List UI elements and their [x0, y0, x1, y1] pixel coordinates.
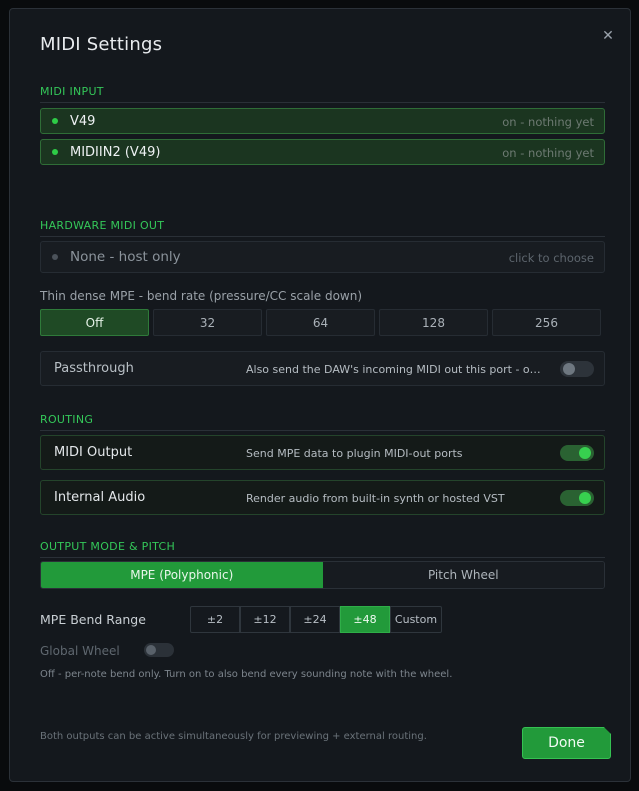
section-divider	[40, 236, 605, 237]
section-divider	[40, 430, 605, 431]
global-wheel-label: Global Wheel	[40, 644, 120, 658]
routing-midi-output-row: MIDI Output Send MPE data to plugin MIDI…	[40, 435, 605, 470]
section-midi-input: MIDI INPUT	[40, 85, 605, 103]
device-state: on - nothing yet	[502, 115, 594, 129]
device-name: V49	[70, 114, 96, 129]
global-wheel-note: Off - per-note bend only. Turn on to als…	[40, 669, 453, 680]
midi-settings-dialog: MIDI Settings ✕ MIDI INPUT V49 on - noth…	[9, 8, 631, 782]
bend-range-label: MPE Bend Range	[40, 612, 146, 627]
hardware-out-selector[interactable]: None - host only click to choose	[40, 241, 605, 273]
section-routing: ROUTING	[40, 413, 605, 431]
passthrough-desc: Also send the DAW's incoming MIDI out th…	[246, 363, 541, 376]
hardware-out-selected: None - host only	[70, 249, 181, 265]
bend-rate-128-button[interactable]: 128	[379, 309, 488, 336]
mode-mpe-button[interactable]: MPE (Polyphonic)	[41, 562, 323, 588]
section-divider	[40, 557, 605, 558]
section-header: OUTPUT MODE & PITCH	[40, 540, 176, 553]
toggle-knob	[146, 645, 156, 655]
toggle-knob	[563, 363, 575, 375]
passthrough-toggle[interactable]	[560, 361, 594, 377]
bend-rate-64-button[interactable]: 64	[266, 309, 375, 336]
global-wheel-toggle[interactable]	[144, 643, 174, 657]
dialog-title: MIDI Settings	[40, 34, 163, 55]
midi-output-toggle[interactable]	[560, 445, 594, 461]
toggle-knob	[579, 447, 591, 459]
routing-internal-audio-row: Internal Audio Render audio from built-i…	[40, 480, 605, 515]
routing-label: MIDI Output	[54, 445, 133, 460]
output-mode-segmented: MPE (Polyphonic) Pitch Wheel	[40, 561, 605, 589]
bend-range-48-button[interactable]: ±48	[340, 606, 390, 633]
toggle-knob	[579, 492, 591, 504]
section-header: HARDWARE MIDI OUT	[40, 219, 165, 232]
close-icon[interactable]: ✕	[600, 28, 616, 44]
internal-audio-toggle[interactable]	[560, 490, 594, 506]
passthrough-row: Passthrough Also send the DAW's incoming…	[40, 351, 605, 386]
status-dot-icon	[52, 118, 58, 124]
bend-rate-256-button[interactable]: 256	[492, 309, 601, 336]
passthrough-label: Passthrough	[54, 361, 134, 376]
bend-rate-32-button[interactable]: 32	[153, 309, 262, 336]
midi-input-device[interactable]: MIDIIN2 (V49) on - nothing yet	[40, 139, 605, 165]
bend-range-custom-button[interactable]: Custom	[390, 606, 442, 633]
bend-range-2-button[interactable]: ±2	[190, 606, 240, 633]
routing-label: Internal Audio	[54, 490, 146, 505]
device-name: MIDIIN2 (V49)	[70, 145, 161, 160]
routing-desc: Send MPE data to plugin MIDI-out ports	[246, 447, 463, 460]
bend-rate-off-button[interactable]: Off	[40, 309, 149, 336]
device-state: on - nothing yet	[502, 146, 594, 160]
hardware-out-hint: click to choose	[508, 251, 594, 265]
bend-range-12-button[interactable]: ±12	[240, 606, 290, 633]
section-header: ROUTING	[40, 413, 94, 426]
section-output-mode: OUTPUT MODE & PITCH	[40, 540, 605, 558]
section-header: MIDI INPUT	[40, 85, 104, 98]
midi-input-device[interactable]: V49 on - nothing yet	[40, 108, 605, 134]
bend-range-24-button[interactable]: ±24	[290, 606, 340, 633]
footer-note: Both outputs can be active simultaneousl…	[40, 731, 427, 742]
bend-rate-label: Thin dense MPE - bend rate (pressure/CC …	[40, 289, 363, 303]
section-divider	[40, 102, 605, 103]
section-hardware-midi-out: HARDWARE MIDI OUT	[40, 219, 605, 237]
status-dot-icon	[52, 149, 58, 155]
routing-desc: Render audio from built-in synth or host…	[246, 492, 505, 505]
done-button[interactable]: Done	[522, 727, 611, 759]
mode-pitch-wheel-button[interactable]: Pitch Wheel	[322, 562, 604, 588]
status-dot-icon	[52, 254, 58, 260]
